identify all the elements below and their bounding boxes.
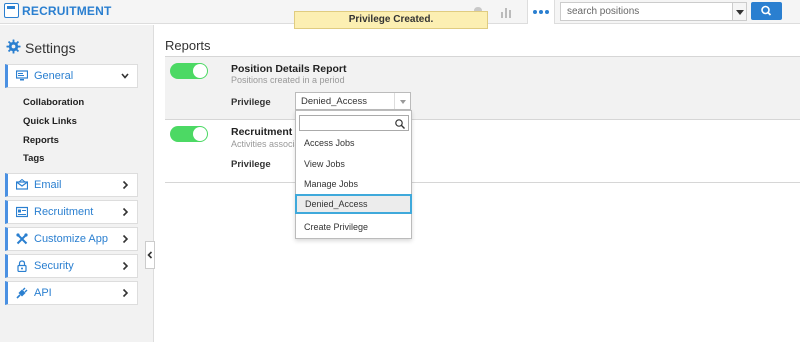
chevron-left-icon — [147, 251, 153, 259]
sidebar-item-label: Security — [34, 260, 74, 272]
dropdown-option-selected[interactable]: Denied_Access — [295, 194, 412, 214]
chart-icon[interactable] — [499, 4, 515, 20]
monitor-icon — [16, 70, 28, 81]
report-subtitle: Positions created in a period — [231, 75, 345, 85]
settings-title: Settings — [25, 40, 76, 56]
sidebar-item-label: API — [34, 287, 52, 299]
privilege-dropdown: Access Jobs View Jobs Manage Jobs Denied… — [295, 110, 412, 239]
chevron-right-icon — [122, 288, 129, 298]
report-title: Position Details Report — [231, 63, 347, 75]
recruitment-icon — [16, 206, 28, 218]
more-options-button[interactable] — [527, 0, 555, 24]
envelope-icon — [16, 179, 28, 190]
sidebar-item-label: Customize App — [34, 233, 108, 245]
plug-icon — [16, 287, 28, 299]
sidebar-collapse-toggle[interactable] — [145, 241, 155, 269]
sidebar-subitem-reports[interactable]: Reports — [23, 135, 59, 146]
sidebar-item-recruitment[interactable]: Recruitment — [5, 200, 138, 224]
sidebar-subitem-tags[interactable]: Tags — [23, 153, 44, 164]
report-row: Position Details Report Positions create… — [165, 56, 800, 119]
page-title: Reports — [165, 38, 211, 53]
sidebar-item-email[interactable]: Email — [5, 173, 138, 197]
chevron-right-icon — [122, 180, 129, 190]
dropdown-option[interactable]: Manage Jobs — [296, 174, 411, 194]
report-row: Recruitment Ac Activities associat Privi… — [165, 119, 800, 183]
sidebar-item-label: General — [34, 70, 74, 82]
app-title: RECRUITMENT — [22, 4, 112, 18]
sidebar-item-customize-app[interactable]: Customize App — [5, 227, 138, 251]
search-icon — [395, 119, 405, 129]
privilege-label: Privilege — [231, 97, 271, 108]
sidebar: Settings General Collaboration Quick Lin… — [0, 25, 154, 342]
dropdown-option[interactable]: Access Jobs — [296, 133, 411, 153]
sidebar-subitem-quick-links[interactable]: Quick Links — [23, 116, 77, 127]
chevron-down-icon — [121, 73, 129, 79]
wrench-icon — [16, 233, 28, 245]
sidebar-item-general[interactable]: General — [5, 64, 138, 88]
chevron-right-icon — [122, 234, 129, 244]
chevron-right-icon — [122, 207, 129, 217]
search-input[interactable] — [560, 2, 733, 21]
lock-icon — [17, 260, 27, 272]
sidebar-item-security[interactable]: Security — [5, 254, 138, 278]
search-button[interactable] — [751, 2, 782, 20]
dropdown-search-input[interactable] — [299, 115, 409, 131]
sidebar-item-label: Email — [34, 179, 62, 191]
toast-notification: Privilege Created. — [294, 11, 488, 29]
privilege-select-value: Denied_Access — [301, 96, 368, 107]
privilege-label: Privilege — [231, 159, 271, 170]
chevron-right-icon — [122, 261, 129, 271]
sidebar-subitem-collaboration[interactable]: Collaboration — [23, 97, 84, 108]
sidebar-item-label: Recruitment — [34, 206, 94, 218]
report-toggle[interactable] — [170, 63, 208, 79]
app-logo-icon — [4, 3, 19, 18]
search-filter-dropdown[interactable] — [732, 2, 747, 21]
privilege-select[interactable]: Denied_Access — [295, 92, 411, 110]
report-toggle[interactable] — [170, 126, 208, 142]
gear-icon — [6, 39, 21, 54]
dropdown-option[interactable]: View Jobs — [296, 154, 411, 174]
dropdown-option[interactable]: Create Privilege — [296, 217, 411, 237]
search-icon — [761, 5, 772, 16]
caret-down-icon — [394, 93, 410, 109]
sidebar-item-api[interactable]: API — [5, 281, 138, 305]
